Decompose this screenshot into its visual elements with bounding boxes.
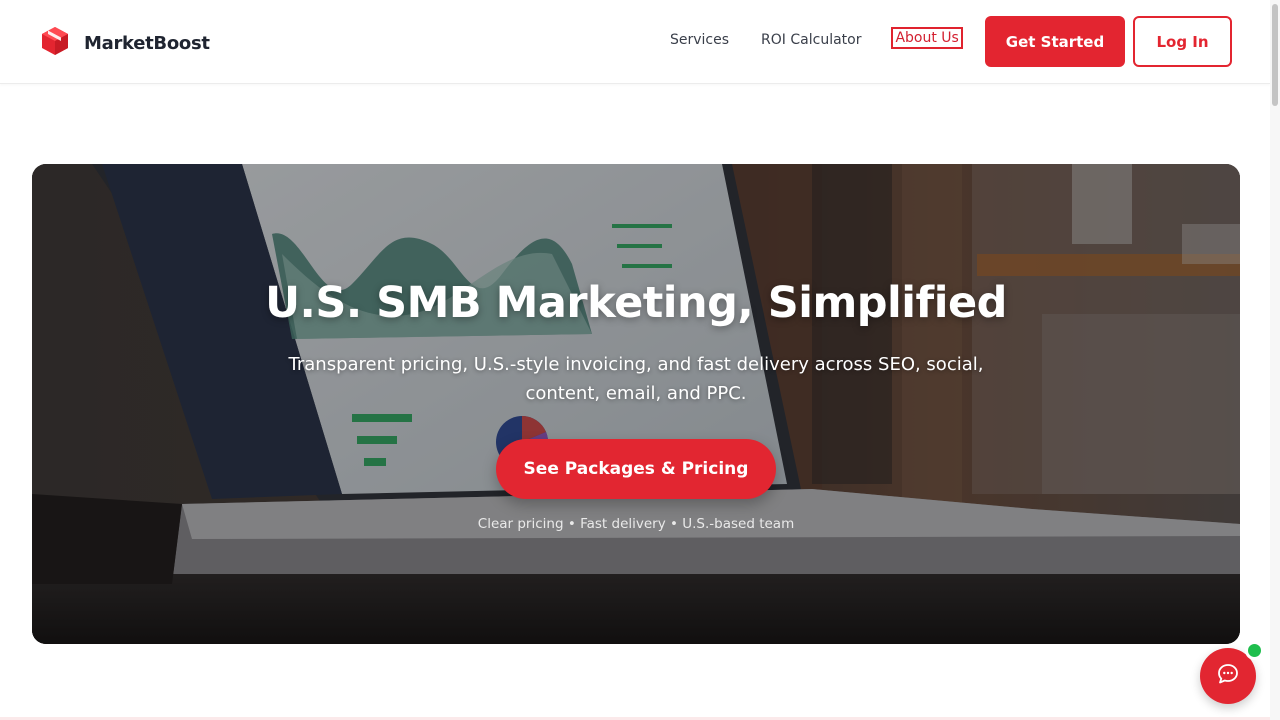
log-in-button[interactable]: Log In	[1133, 16, 1232, 67]
chat-bubble-icon	[1217, 663, 1239, 689]
nav-roi-calculator[interactable]: ROI Calculator	[761, 32, 861, 48]
nav-about-us[interactable]: About Us	[891, 27, 963, 49]
brand-name: MarketBoost	[84, 32, 210, 54]
scrollbar-thumb[interactable]	[1272, 4, 1278, 106]
brand[interactable]: MarketBoost	[40, 26, 210, 60]
nav-services[interactable]: Services	[670, 32, 729, 48]
see-packages-pricing-button[interactable]: See Packages & Pricing	[496, 439, 776, 499]
hero-tagline: Clear pricing • Fast delivery • U.S.-bas…	[477, 516, 795, 532]
hero-title: U.S. SMB Marketing, Simplified	[265, 278, 1007, 328]
hero-subtitle: Transparent pricing, U.S.-style invoicin…	[288, 354, 984, 404]
hero-section: U.S. SMB Marketing, Simplified Transpare…	[32, 164, 1240, 644]
site-header: MarketBoost Services ROI Calculator Abou…	[0, 0, 1270, 84]
online-status-indicator	[1245, 641, 1264, 660]
page-scrollbar[interactable]	[1270, 0, 1280, 720]
get-started-button[interactable]: Get Started	[985, 16, 1125, 67]
cube-logo-icon	[40, 26, 70, 60]
main-nav: Services ROI Calculator About Us	[670, 27, 963, 49]
